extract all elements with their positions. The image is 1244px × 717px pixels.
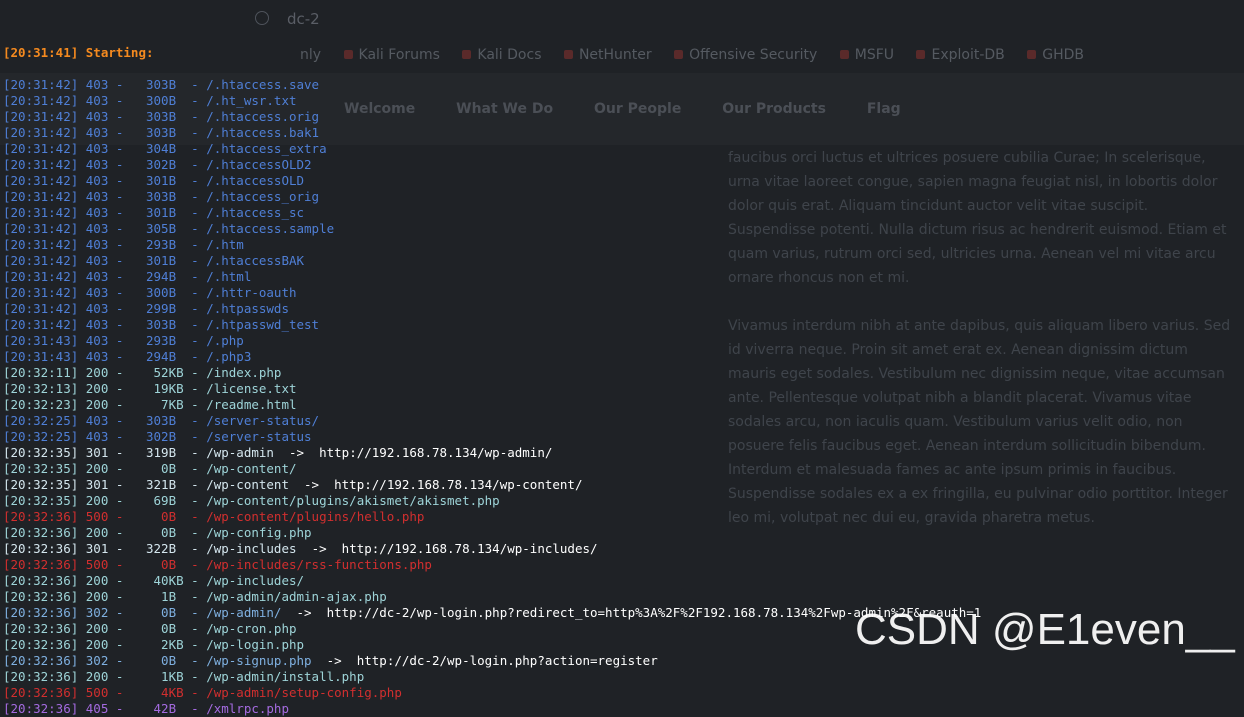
terminal-line-text: [20:32:36] 302 - 0B - /wp-admin/ <box>3 605 297 620</box>
terminal-line-text: [20:32:36] 200 - 0B - /wp-cron.php <box>3 621 297 636</box>
terminal-line: [20:31:42] 403 - 302B - /.htaccessOLD2 <box>3 157 981 173</box>
terminal-line-text: [20:32:35] 200 - 0B - /wp-content/ <box>3 461 297 476</box>
terminal-line: [20:32:36] 200 - 40KB - /wp-includes/ <box>3 573 981 589</box>
terminal-line: [20:32:36] 200 - 0B - /wp-config.php <box>3 525 981 541</box>
terminal-line-text: [20:32:25] 403 - 303B - /server-status/ <box>3 413 320 428</box>
terminal-line: [20:32:11] 200 - 52KB - /index.php <box>3 365 981 381</box>
terminal-line-text: [20:31:42] 403 - 303B - /.htpasswd_test <box>3 317 320 332</box>
terminal-line: [20:32:36] 500 - 0B - /wp-includes/rss-f… <box>3 557 981 573</box>
terminal-line-text: [20:32:36] 200 - 2KB - /wp-login.php <box>3 637 305 652</box>
terminal-line: [20:31:42] 403 - 301B - /.htaccessOLD <box>3 173 981 189</box>
terminal-line: [20:31:42] 403 - 294B - /.html <box>3 269 981 285</box>
terminal-line-text: [20:32:35] 301 - 319B - /wp-admin <box>3 445 289 460</box>
terminal-line: [20:32:25] 403 - 302B - /server-status <box>3 429 981 445</box>
terminal-line-text: [20:31:42] 403 - 303B - /.htaccess.bak1 <box>3 125 320 140</box>
terminal-line-text: [20:31:42] 403 - 301B - /.htaccessBAK <box>3 253 305 268</box>
terminal-line-text: [20:31:42] 403 - 299B - /.htpasswds <box>3 301 289 316</box>
terminal-line: [20:32:36] 200 - 2KB - /wp-login.php <box>3 637 981 653</box>
terminal-line-text: [20:32:36] 500 - 0B - /wp-includes/rss-f… <box>3 557 432 572</box>
terminal-line: [20:31:42] 403 - 303B - /.htaccess_orig <box>3 189 981 205</box>
terminal-line-text: [20:31:42] 403 - 294B - /.html <box>3 269 252 284</box>
terminal-line: [20:32:36] 302 - 0B - /wp-admin/ -> http… <box>3 605 981 621</box>
terminal-line-text: [20:32:36] 200 - 0B - /wp-config.php <box>3 525 312 540</box>
terminal-line: [20:31:42] 403 - 299B - /.htpasswds <box>3 301 981 317</box>
terminal-line: [20:32:13] 200 - 19KB - /license.txt <box>3 381 981 397</box>
terminal-output: [20:31:41] Starting: [20:31:42] 403 - 30… <box>3 13 981 717</box>
terminal-line-text: [20:31:42] 403 - 293B - /.htm <box>3 237 244 252</box>
terminal-line: [20:32:35] 301 - 319B - /wp-admin -> htt… <box>3 445 981 461</box>
terminal-line: [20:32:36] 500 - 4KB - /wp-admin/setup-c… <box>3 685 981 701</box>
terminal-line: [20:32:25] 403 - 303B - /server-status/ <box>3 413 981 429</box>
terminal-line: [20:32:36] 302 - 0B - /wp-signup.php -> … <box>3 653 981 669</box>
terminal-line-text: [20:32:36] 500 - 4KB - /wp-admin/setup-c… <box>3 685 402 700</box>
terminal-line-text: [20:32:36] 200 - 1KB - /wp-admin/install… <box>3 669 365 684</box>
terminal-line: [20:32:23] 200 - 7KB - /readme.html <box>3 397 981 413</box>
terminal-line: [20:31:43] 403 - 294B - /.php3 <box>3 349 981 365</box>
terminal-line-text: [20:31:42] 403 - 302B - /.htaccessOLD2 <box>3 157 312 172</box>
terminal-line: [20:32:36] 500 - 0B - /wp-content/plugin… <box>3 509 981 525</box>
terminal-line-text: [20:31:43] 403 - 293B - /.php <box>3 333 244 348</box>
terminal-line: [20:32:36] 405 - 42B - /xmlrpc.php <box>3 701 981 717</box>
terminal-line: [20:32:35] 301 - 321B - /wp-content -> h… <box>3 477 981 493</box>
terminal-line: [20:31:42] 403 - 305B - /.htaccess.sampl… <box>3 221 981 237</box>
terminal-line: [20:32:36] 200 - 1B - /wp-admin/admin-aj… <box>3 589 981 605</box>
terminal-line: [20:31:43] 403 - 293B - /.php <box>3 333 981 349</box>
terminal-line-text: [20:31:42] 403 - 303B - /.htaccess.orig <box>3 109 320 124</box>
terminal-line: [20:31:42] 403 - 300B - /.ht_wsr.txt <box>3 93 981 109</box>
terminal-line: [20:31:42] 403 - 300B - /.httr-oauth <box>3 285 981 301</box>
terminal-line-text: [20:32:36] 200 - 1B - /wp-admin/admin-aj… <box>3 589 387 604</box>
terminal-line: [20:32:35] 200 - 0B - /wp-content/ <box>3 461 981 477</box>
terminal-line-text: [20:31:42] 403 - 305B - /.htaccess.sampl… <box>3 221 335 236</box>
terminal-line: [20:32:36] 200 - 0B - /wp-cron.php <box>3 621 981 637</box>
redirect-target: -> http://192.168.78.134/wp-content/ <box>304 477 583 492</box>
terminal-line-text: [20:32:36] 301 - 322B - /wp-includes <box>3 541 312 556</box>
terminal-line-text: [20:32:35] 301 - 321B - /wp-content <box>3 477 305 492</box>
terminal-line: [20:31:42] 403 - 293B - /.htm <box>3 237 981 253</box>
terminal-line-text: [20:31:42] 403 - 303B - /.htaccess.save <box>3 77 320 92</box>
bookmark-icon <box>1027 50 1037 59</box>
terminal-line-text: [20:31:43] 403 - 294B - /.php3 <box>3 349 252 364</box>
terminal-line: [20:31:42] 403 - 303B - /.htaccess.save <box>3 77 981 93</box>
terminal-line-text: [20:32:36] 405 - 42B - /xmlrpc.php <box>3 701 289 716</box>
terminal-line-text: [20:32:13] 200 - 19KB - /license.txt <box>3 381 297 396</box>
terminal-line: [20:31:42] 403 - 301B - /.htaccessBAK <box>3 253 981 269</box>
terminal-line: [20:31:42] 403 - 303B - /.htaccess.bak1 <box>3 125 981 141</box>
terminal-line: [20:32:35] 200 - 69B - /wp-content/plugi… <box>3 493 981 509</box>
terminal-line: [20:31:42] 403 - 304B - /.htaccess_extra <box>3 141 981 157</box>
starting-line: [20:31:41] Starting: <box>3 45 154 60</box>
redirect-target: -> http://192.168.78.134/wp-includes/ <box>311 541 598 556</box>
terminal-line-text: [20:32:35] 200 - 69B - /wp-content/plugi… <box>3 493 500 508</box>
terminal-line-text: [20:32:36] 200 - 40KB - /wp-includes/ <box>3 573 305 588</box>
terminal-line-text: [20:32:25] 403 - 302B - /server-status <box>3 429 312 444</box>
terminal-line-text: [20:32:23] 200 - 7KB - /readme.html <box>3 397 297 412</box>
terminal-line: [20:31:42] 403 - 301B - /.htaccess_sc <box>3 205 981 221</box>
csdn-watermark: CSDN @E1even__ <box>855 605 1235 654</box>
terminal-line-text: [20:32:11] 200 - 52KB - /index.php <box>3 365 282 380</box>
redirect-target: -> http://192.168.78.134/wp-admin/ <box>288 445 553 460</box>
terminal-line-text: [20:31:42] 403 - 301B - /.htaccess_sc <box>3 205 305 220</box>
terminal-line-text: [20:31:42] 403 - 304B - /.htaccess_extra <box>3 141 327 156</box>
terminal-line-text: [20:32:36] 500 - 0B - /wp-content/plugin… <box>3 509 425 524</box>
terminal-line-text: [20:31:42] 403 - 300B - /.httr-oauth <box>3 285 297 300</box>
terminal-line: [20:32:36] 200 - 1KB - /wp-admin/install… <box>3 669 981 685</box>
terminal-line: [20:31:42] 403 - 303B - /.htaccess.orig <box>3 109 981 125</box>
terminal-line-text: [20:31:42] 403 - 303B - /.htaccess_orig <box>3 189 320 204</box>
terminal-line: [20:31:42] 403 - 303B - /.htpasswd_test <box>3 317 981 333</box>
terminal-line-text: [20:31:42] 403 - 301B - /.htaccessOLD <box>3 173 305 188</box>
terminal-line-text: [20:31:42] 403 - 300B - /.ht_wsr.txt <box>3 93 297 108</box>
bookmark-ghdb[interactable]: GHDB <box>1027 47 1084 63</box>
terminal-line: [20:32:36] 301 - 322B - /wp-includes -> … <box>3 541 981 557</box>
